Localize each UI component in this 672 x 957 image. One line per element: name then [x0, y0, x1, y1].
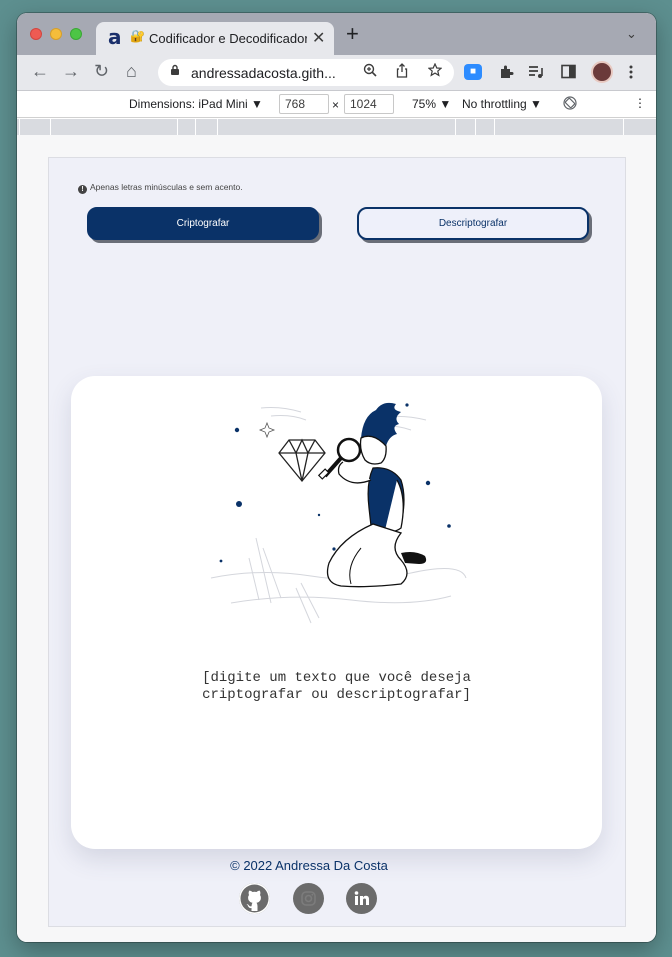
footer-copyright: © 2022 Andressa Da Costa — [230, 858, 388, 873]
lock-emoji-icon: 🔐 — [130, 29, 145, 43]
hint-text: Apenas letras minúsculas e sem acento. — [90, 182, 243, 192]
lock-icon — [170, 64, 180, 79]
linkedin-icon — [354, 891, 369, 905]
output-message-line-1: [digite um texto que você deseja — [202, 670, 471, 686]
zoom-extension-icon[interactable]: ■ — [464, 64, 482, 80]
device-toolbar: Dimensions: iPad Mini ▼ 768 × 1024 75% ▼… — [17, 91, 656, 118]
forward-button[interactable]: → — [62, 61, 80, 81]
minimize-window-button[interactable] — [50, 28, 62, 40]
browser-toolbar: ← → ↻ ⌂ andressadacosta.gith... ■ — [17, 55, 656, 91]
dimension-times-sign: × — [332, 98, 340, 112]
encrypt-button[interactable]: Criptografar — [87, 207, 319, 240]
linkedin-link[interactable] — [346, 883, 377, 914]
bookmark-star-icon[interactable] — [427, 62, 443, 80]
tab-search-icon[interactable]: ⌄ — [626, 26, 637, 42]
url-text: andressadacosta.gith... — [191, 65, 336, 81]
tab-title: Codificador e Decodificador — [149, 31, 307, 46]
maximize-window-button[interactable] — [70, 28, 82, 40]
throttling-select[interactable]: No throttling ▼ — [462, 97, 542, 111]
tab-bar: a 🔐 Codificador e Decodificador ✕ + ⌄ — [17, 13, 656, 55]
new-tab-button[interactable]: + — [346, 23, 359, 45]
github-link[interactable] — [239, 883, 270, 914]
rotate-device-icon[interactable] — [563, 96, 577, 113]
input-hint: ! Apenas letras minúsculas e sem acento. — [78, 182, 243, 194]
device-dimensions-select[interactable]: Dimensions: iPad Mini ▼ — [129, 97, 263, 111]
close-window-button[interactable] — [30, 28, 42, 40]
output-card: [digite um texto que você deseja criptog… — [71, 376, 602, 849]
profile-avatar[interactable] — [591, 61, 613, 83]
device-more-icon[interactable]: ⋮ — [634, 96, 646, 110]
output-message: [digite um texto que você deseja criptog… — [111, 670, 562, 704]
github-icon — [239, 883, 270, 914]
address-bar[interactable]: andressadacosta.gith... — [158, 59, 454, 86]
zoom-select[interactable]: 75% ▼ — [412, 97, 451, 111]
output-message-line-2: criptografar ou descriptografar] — [202, 687, 471, 703]
instagram-link[interactable] — [293, 883, 324, 914]
info-icon: ! — [78, 185, 87, 194]
side-panel-icon[interactable] — [561, 64, 576, 84]
extensions-puzzle-icon[interactable] — [498, 64, 514, 85]
active-tab[interactable]: a 🔐 Codificador e Decodificador ✕ — [96, 22, 334, 55]
browser-menu-icon[interactable] — [629, 65, 633, 84]
decrypt-button[interactable]: Descriptografar — [357, 207, 589, 240]
media-playlist-icon[interactable] — [528, 64, 544, 85]
emulated-viewport: ! Apenas letras minúsculas e sem acento. … — [17, 135, 656, 942]
browser-window: a 🔐 Codificador e Decodificador ✕ + ⌄ ← … — [17, 13, 656, 942]
instagram-icon — [301, 891, 316, 906]
home-button[interactable]: ⌂ — [126, 61, 137, 81]
site-favicon-icon: a — [108, 25, 122, 49]
app-page: ! Apenas letras minúsculas e sem acento. … — [48, 157, 626, 927]
tab-close-icon[interactable]: ✕ — [312, 28, 325, 48]
media-query-ruler[interactable] — [17, 119, 656, 135]
reload-button[interactable]: ↻ — [94, 61, 109, 81]
person-with-magnifier-illustration — [210, 402, 467, 624]
zoom-icon[interactable] — [363, 63, 377, 80]
device-width-input[interactable]: 768 — [279, 94, 329, 114]
share-icon[interactable] — [396, 63, 408, 81]
back-button[interactable]: ← — [31, 61, 49, 81]
device-height-input[interactable]: 1024 — [344, 94, 394, 114]
